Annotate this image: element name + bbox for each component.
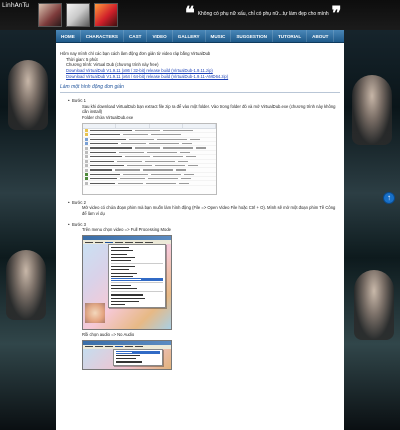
right-background-art xyxy=(344,0,400,430)
header-thumbnail-1[interactable] xyxy=(38,3,62,27)
step-1-caption: Folder chứa VirtualDub.exe xyxy=(82,115,134,121)
left-background-figure-lower xyxy=(6,250,46,320)
arrow-up-icon: ↑ xyxy=(387,193,391,202)
step-1-text: Sau khi download VirtualDub bạn extract … xyxy=(82,103,336,115)
virtualdub-video-menu-screenshot xyxy=(82,235,172,331)
site-logo[interactable]: LinhAnTu xyxy=(2,2,29,9)
header-quote: ❝ Không có phụ nữ xấu, chỉ có phụ nữ...t… xyxy=(185,5,341,23)
virtualdub-audio-menu-screenshot xyxy=(82,339,172,370)
article-content: Hôm nay mình chỉ các bạn cách làm động đ… xyxy=(56,43,344,430)
right-background-figure xyxy=(352,75,392,145)
nav-item-gallery[interactable]: GALLERY xyxy=(173,30,206,42)
step-2: Bước 2 Mở video có chứa đoạn phim mà bạn… xyxy=(60,200,340,217)
quote-text: Không có phụ nữ xấu, chỉ có phụ nữ...tự … xyxy=(197,11,329,17)
nav-item-suggestion[interactable]: SUGGESTION xyxy=(231,30,273,42)
nav-item-home[interactable]: HOME xyxy=(56,30,81,42)
step-1: Bước 1 Sau khi download VirtualDub bạn e… xyxy=(60,98,340,195)
section-title: Làm một hình động đơn giản xyxy=(60,84,340,94)
site-header: LinhAnTu ❝ Không có phụ nữ xấu, chỉ có p… xyxy=(0,0,400,30)
step-2-text: Mở video có chứa đoạn phim mà bạn muốn l… xyxy=(82,205,336,217)
header-thumbnail-2[interactable] xyxy=(66,3,90,27)
left-background-art xyxy=(0,0,56,430)
close-quote-icon: ❞ xyxy=(331,3,342,24)
step-1-title: Bước 1 xyxy=(68,98,340,104)
left-background-figure xyxy=(8,60,48,130)
download-link-x86[interactable]: Download VirtualDub V1.9.11 (x86 / 32-bi… xyxy=(66,68,213,73)
article-intro: Hôm nay mình chỉ các bạn cách làm động đ… xyxy=(60,51,340,79)
open-quote-icon: ❝ xyxy=(185,3,195,24)
step-3-title: Bước 3 xyxy=(68,222,340,228)
step-2-title: Bước 2 xyxy=(68,200,340,206)
header-thumbnail-3[interactable] xyxy=(94,3,118,27)
nav-item-music[interactable]: MUSIC xyxy=(206,30,232,42)
main-navigation: HOME CHARACTERS CAST VIDEO GALLERY MUSIC… xyxy=(56,30,344,43)
nav-item-about[interactable]: ABOUT xyxy=(307,30,335,42)
step-3-caption: Rồi chọn audio => No Audio xyxy=(82,332,135,338)
folder-screenshot xyxy=(82,122,217,195)
scroll-to-top-button[interactable]: ↑ xyxy=(383,192,395,204)
step-3-text: Trên menu chọn video => Full Processing … xyxy=(82,227,171,233)
nav-item-tutorial[interactable]: TUTORIAL xyxy=(273,30,308,42)
step-3: Bước 3 Trên menu chọn video => Full Proc… xyxy=(60,222,340,370)
right-background-figure-lower xyxy=(354,270,394,340)
nav-item-video[interactable]: VIDEO xyxy=(147,30,173,42)
nav-item-characters[interactable]: CHARACTERS xyxy=(81,30,124,42)
download-link-x64[interactable]: Download VirtualDub V1.9.11 (x64 / 64-bi… xyxy=(66,74,228,79)
nav-item-cast[interactable]: CAST xyxy=(124,30,148,42)
